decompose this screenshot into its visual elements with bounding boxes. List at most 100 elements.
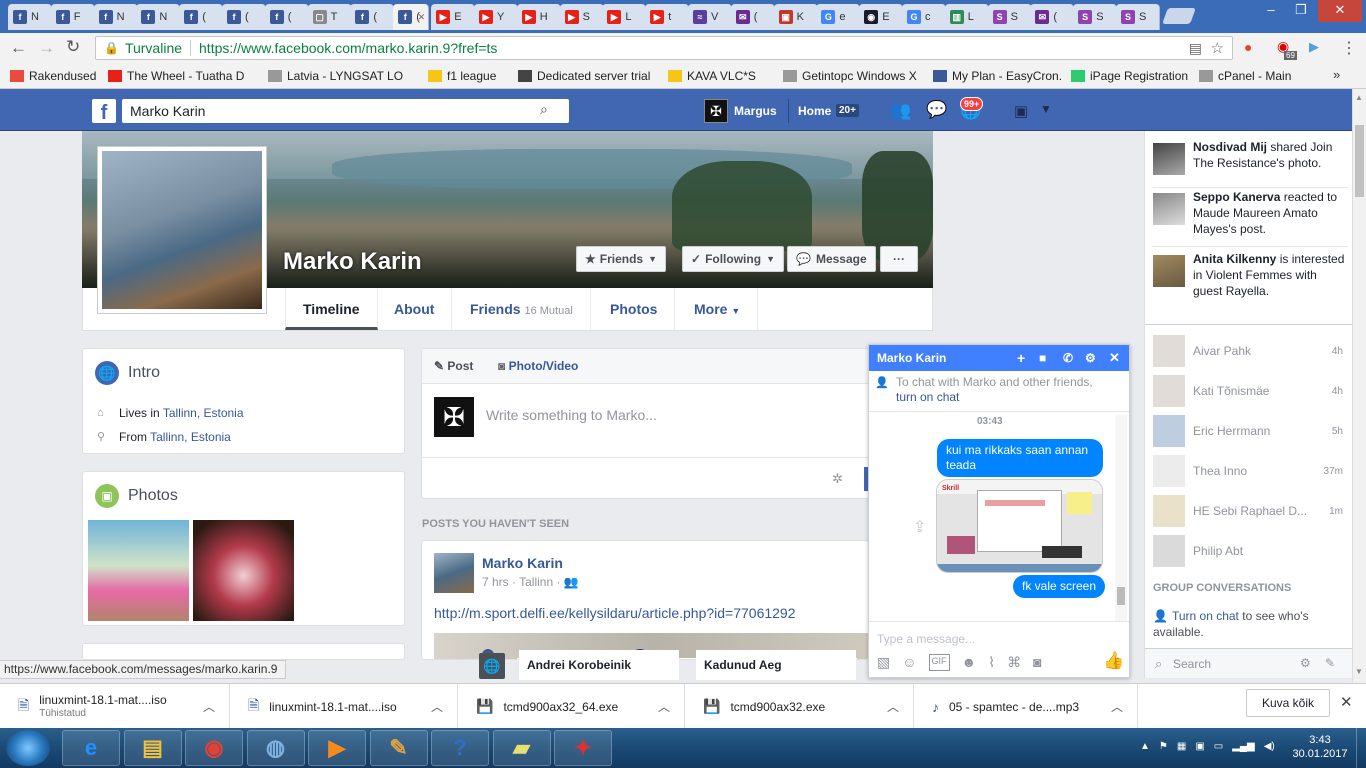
taskbar-app[interactable]: ◉	[185, 730, 243, 766]
chat-search-input[interactable]: Search	[1173, 657, 1211, 671]
taskbar-app[interactable]: ?	[431, 730, 489, 766]
browser-tab[interactable]: Gc	[902, 4, 946, 30]
bookmark-item[interactable]: iPage Registration	[1071, 69, 1189, 83]
chat-title[interactable]: Marko Karin	[877, 351, 946, 365]
extension-play-icon[interactable]: ▶	[1309, 39, 1319, 55]
phone-icon[interactable]: ✆	[1063, 351, 1073, 365]
minimize-button[interactable]: –	[1256, 0, 1286, 22]
show-all-downloads-button[interactable]: Kuva kõik	[1246, 689, 1330, 717]
browser-tab[interactable]: ▶ L	[602, 4, 647, 30]
following-button[interactable]: ✓ Following ▼	[682, 246, 784, 272]
browser-tab[interactable]: ◉ E	[859, 4, 904, 30]
gif-icon[interactable]: GIF	[928, 654, 950, 671]
thumbs-up-icon[interactable]: 👍	[1103, 651, 1124, 671]
tab-about[interactable]: About	[377, 288, 453, 330]
image-icon[interactable]: ▧	[877, 654, 890, 671]
ticker-item[interactable]: Nosdivad Mij shared Join The Resistance'…	[1153, 139, 1348, 183]
chat-image-attachment[interactable]: Skrill	[936, 479, 1103, 573]
preview-name-2[interactable]: Kadunud Aeg	[696, 650, 856, 680]
browser-tab[interactable]: ▶ Y	[474, 4, 518, 30]
turn-on-chat-link[interactable]: turn on chat	[896, 390, 959, 404]
contact-item[interactable]: HE Sebi Raphael D... 1m	[1153, 495, 1343, 527]
tray-monitor-icon[interactable]: ▭	[1214, 741, 1223, 752]
messenger-icon[interactable]: 💬	[926, 100, 947, 120]
facebook-logo-icon[interactable]: f	[92, 99, 116, 124]
chat-scrollbar[interactable]	[1115, 415, 1127, 621]
browser-tab[interactable]: fF	[50, 4, 95, 30]
tray-up-icon[interactable]: ▲	[1140, 741, 1150, 752]
bookmark-item[interactable]: Rakendused	[10, 69, 98, 83]
contact-item[interactable]: Kati Tõnismäe 4h	[1153, 375, 1343, 407]
maximize-button[interactable]: ❐	[1286, 0, 1316, 22]
turn-on-chat-link[interactable]: Turn on chat	[1172, 609, 1239, 623]
contact-item[interactable]: Eric Herrmann 5h	[1153, 415, 1343, 447]
browser-tab[interactable]: fN	[93, 4, 138, 30]
more-options-button[interactable]: ···	[880, 246, 918, 272]
ticker-item[interactable]: Seppo Kanerva reacted to Maude Maureen A…	[1153, 189, 1348, 245]
bookmark-item[interactable]: KAVA VLC*S	[668, 69, 773, 83]
chevron-up-icon[interactable]: ︿	[887, 698, 899, 715]
browser-tab[interactable]: ✉(	[730, 4, 775, 30]
download-item[interactable]: 🗎 linuxmint-18.1-mat....iso Tühistatud ︿	[0, 684, 230, 729]
user-avatar[interactable]: ✠	[704, 99, 728, 123]
bookmark-item[interactable]: Latvia - LYNGSAT LO	[268, 69, 418, 83]
bookmark-item[interactable]: Dedicated server trial	[518, 69, 658, 83]
tray-signal-icon[interactable]: ▂▄▆	[1232, 741, 1254, 752]
contact-item[interactable]: Aivar Pahk 4h	[1153, 335, 1343, 367]
account-menu-icon[interactable]: ▼	[1040, 102, 1052, 116]
bookmarks-more[interactable]: »	[1333, 67, 1340, 82]
post-author-avatar[interactable]	[434, 553, 474, 593]
new-tab-button[interactable]	[1161, 8, 1196, 24]
page-scrollbar[interactable]: ▲ ▼	[1352, 89, 1366, 683]
translate-icon[interactable]: ▤	[1189, 40, 1202, 57]
message-button[interactable]: 💬 Message	[787, 246, 876, 272]
profile-picture[interactable]	[97, 146, 267, 314]
chevron-up-icon[interactable]: ︿	[1111, 698, 1123, 715]
browser-tab[interactable]: fN	[8, 4, 52, 30]
post-link[interactable]: http://m.sport.delfi.ee/kellysildaru/art…	[434, 605, 796, 621]
browser-tab[interactable]: ✉(	[1030, 4, 1075, 30]
bookmark-item[interactable]: f1 league	[428, 69, 508, 83]
browser-tab[interactable]: f(	[350, 4, 395, 30]
camera-icon[interactable]: ◙	[1033, 654, 1041, 671]
taskbar-app[interactable]: e	[62, 730, 120, 766]
close-tab-icon[interactable]: ✕	[418, 12, 426, 23]
browser-tab[interactable]: ▶ t	[645, 4, 690, 30]
gear-icon[interactable]: ⚙	[1085, 351, 1096, 365]
download-item[interactable]: ♪ 05 - spamtec - de....mp3 ︿	[914, 684, 1138, 729]
browser-tab[interactable]: Ge	[816, 4, 861, 30]
close-icon[interactable]: ✕	[1109, 350, 1120, 366]
download-item[interactable]: 🗎 linuxmint-18.1-mat....iso ︿	[230, 684, 458, 729]
show-desktop-button[interactable]	[1356, 728, 1366, 768]
tray-app-icon[interactable]: ▣	[1195, 741, 1204, 752]
browser-tab[interactable]: ▥ L	[944, 4, 989, 30]
address-bar[interactable]: 🔒 Turvaline https://www.facebook.com/mar…	[95, 36, 1233, 60]
settings-icon[interactable]: ✲	[832, 471, 843, 487]
chevron-up-icon[interactable]: ︿	[658, 698, 670, 715]
ticker-item[interactable]: Anita Kilkenny is interested in Violent …	[1153, 251, 1348, 313]
gear-icon[interactable]: ⚙	[1300, 656, 1311, 670]
download-item[interactable]: 💾 tcmd900ax32_64.exe ︿	[458, 684, 685, 729]
tray-flag-icon[interactable]: ⚑	[1159, 741, 1168, 752]
tab-photos[interactable]: Photos	[593, 288, 676, 330]
browser-tab[interactable]: f(	[179, 4, 224, 30]
chat-search-bar[interactable]: ⌕ Search ⚙ ✎	[1145, 648, 1353, 678]
composer-input[interactable]: Write something to Marko...	[486, 407, 657, 423]
tray-network-icon[interactable]: ▦	[1177, 741, 1186, 752]
bookmark-item[interactable]: My Plan - EasyCron.cc	[933, 69, 1061, 83]
message-input[interactable]: Type a message...	[877, 632, 975, 646]
tab-more[interactable]: More ▼	[677, 288, 759, 330]
star-icon[interactable]: ☆	[1211, 39, 1224, 57]
from-link[interactable]: Tallinn, Estonia	[150, 430, 231, 444]
tab-timeline[interactable]: Timeline	[285, 288, 378, 330]
tab-friends[interactable]: Friends 16 Mutual	[453, 288, 591, 330]
post-tab[interactable]: ✎ Post	[434, 359, 473, 373]
photo-thumbnail[interactable]	[193, 520, 294, 621]
contact-item[interactable]: Thea Inno 37m	[1153, 455, 1343, 487]
attachment-icon[interactable]: ⌇	[988, 654, 995, 671]
taskbar-app[interactable]: ◍	[246, 730, 305, 766]
video-call-icon[interactable]: ■	[1039, 351, 1046, 365]
chevron-up-icon[interactable]: ︿	[431, 698, 443, 715]
browser-tab[interactable]: SS	[1116, 4, 1160, 30]
friend-requests-icon[interactable]: 👥	[890, 101, 911, 121]
